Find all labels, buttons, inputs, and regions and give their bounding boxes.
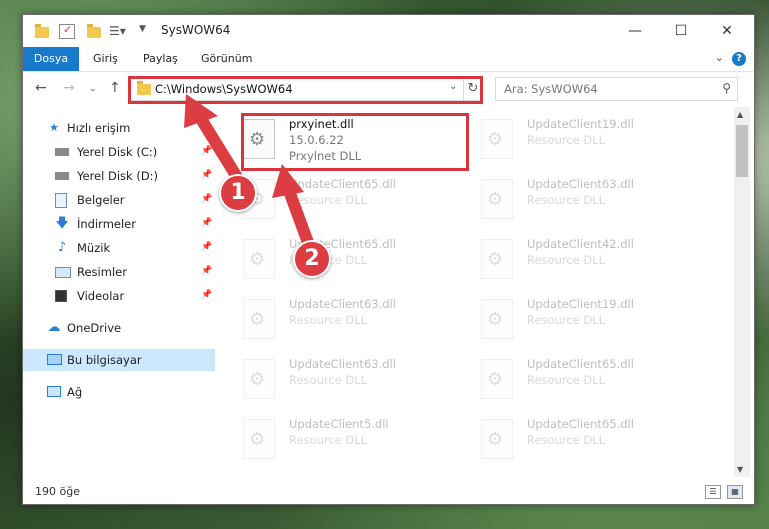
step-marker-1: 1 [219, 174, 257, 212]
arrow-2-head [272, 164, 304, 198]
annotation-arrows [184, 94, 316, 254]
arrow-2-shaft [282, 182, 316, 254]
step-marker-2: 2 [293, 240, 331, 278]
arrow-1-shaft [192, 108, 246, 188]
